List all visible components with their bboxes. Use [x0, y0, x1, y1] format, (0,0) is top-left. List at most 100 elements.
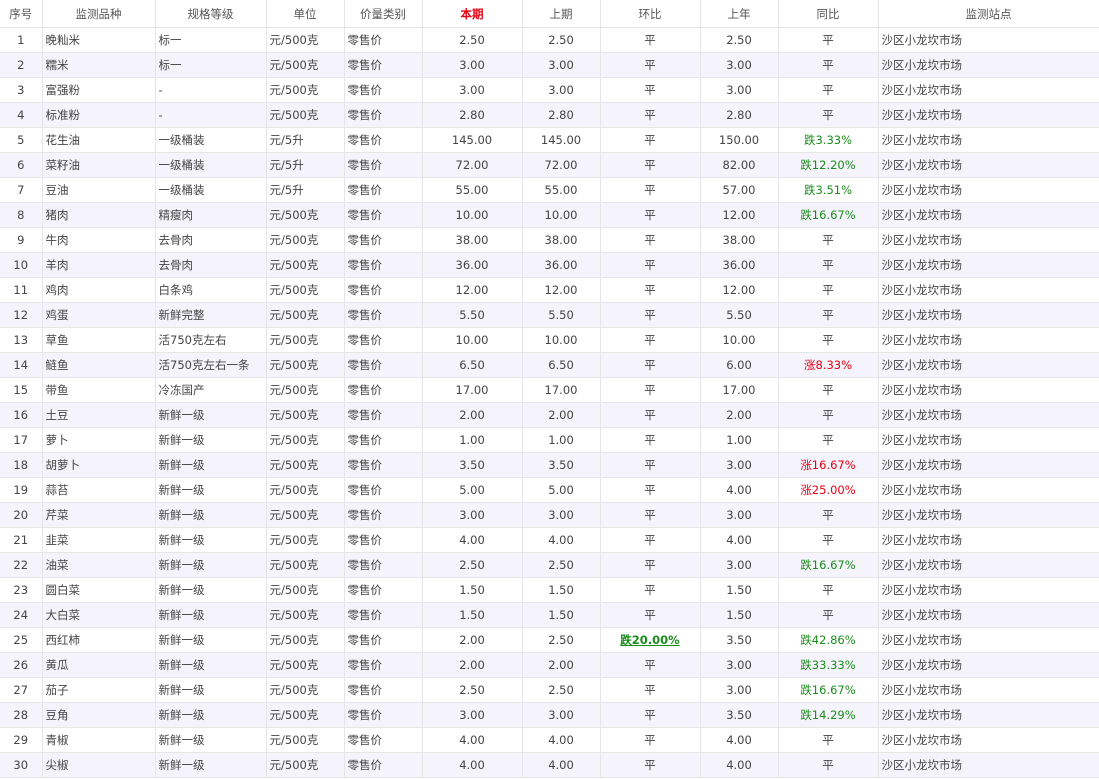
- cell-price-type: 零售价: [344, 277, 423, 303]
- cell-index: 26: [0, 652, 43, 678]
- cell-price-type: 零售价: [344, 127, 423, 153]
- cell-yoy: 平: [778, 377, 879, 403]
- cell-unit: 元/500克: [266, 277, 345, 303]
- table-row: 15 带鱼 冷冻国产 元/500克 零售价 17.00 17.00 平 17.00 平沙区小龙坎市…: [0, 377, 1099, 403]
- cell-price-type: 零售价: [344, 627, 423, 653]
- table-row: 25 西红柿 新鲜一级 元/500克 零售价 2.00 2.50 跌20.00% 3.50 跌42…: [0, 627, 1099, 653]
- cell-grade: 新鲜一级: [155, 452, 267, 478]
- table-row: 14 鲢鱼 活750克左右一条 元/500克 零售价 6.50 6.50 平 6.00 涨8.33…: [0, 352, 1099, 378]
- cell-current: 6.50: [422, 352, 523, 378]
- cell-yoy: 平: [778, 302, 879, 328]
- cell-current: 4.00: [422, 727, 523, 753]
- cell-yoy: 跌16.67%: [778, 552, 879, 578]
- cell-station: 沙区小龙坎市场: [878, 102, 1099, 128]
- cell-variety: 青椒: [42, 727, 156, 753]
- cell-station: 沙区小龙坎市场: [878, 502, 1099, 528]
- cell-current: 3.00: [422, 502, 523, 528]
- cell-mom: 平: [600, 227, 701, 253]
- yoy-fall: 跌42.86%: [800, 633, 856, 647]
- cell-variety: 圆白菜: [42, 577, 156, 603]
- cell-mom: 平: [600, 352, 701, 378]
- cell-mom: 平: [600, 702, 701, 728]
- cell-station: 沙区小龙坎市场: [878, 577, 1099, 603]
- cell-variety: 胡萝卜: [42, 452, 156, 478]
- col-header-station: 监测站点: [878, 0, 1099, 28]
- cell-price-type: 零售价: [344, 52, 423, 78]
- cell-last-year: 82.00: [700, 152, 779, 178]
- cell-grade: 新鲜一级: [155, 552, 267, 578]
- cell-yoy: 跌33.33%: [778, 652, 879, 678]
- cell-mom: 平: [600, 377, 701, 403]
- cell-last-year: 17.00: [700, 377, 779, 403]
- cell-mom: 平: [600, 752, 701, 778]
- cell-price-type: 零售价: [344, 252, 423, 278]
- cell-station: 沙区小龙坎市场: [878, 727, 1099, 753]
- cell-station: 沙区小龙坎市场: [878, 302, 1099, 328]
- cell-yoy: 平: [778, 102, 879, 128]
- cell-station: 沙区小龙坎市场: [878, 602, 1099, 628]
- cell-index: 3: [0, 77, 43, 103]
- cell-last-year: 57.00: [700, 177, 779, 203]
- cell-mom: 平: [600, 677, 701, 703]
- cell-unit: 元/500克: [266, 52, 345, 78]
- cell-last-year: 3.50: [700, 627, 779, 653]
- cell-unit: 元/500克: [266, 752, 345, 778]
- cell-previous: 72.00: [522, 152, 601, 178]
- cell-station: 沙区小龙坎市场: [878, 402, 1099, 428]
- cell-previous: 2.50: [522, 677, 601, 703]
- cell-unit: 元/500克: [266, 77, 345, 103]
- cell-variety: 猪肉: [42, 202, 156, 228]
- cell-station: 沙区小龙坎市场: [878, 27, 1099, 53]
- cell-variety: 豆角: [42, 702, 156, 728]
- cell-previous: 10.00: [522, 202, 601, 228]
- cell-yoy: 平: [778, 227, 879, 253]
- cell-variety: 带鱼: [42, 377, 156, 403]
- cell-index: 15: [0, 377, 43, 403]
- cell-previous: 1.00: [522, 427, 601, 453]
- cell-variety: 芹菜: [42, 502, 156, 528]
- cell-yoy: 平: [778, 527, 879, 553]
- cell-variety: 草鱼: [42, 327, 156, 353]
- cell-mom: 平: [600, 102, 701, 128]
- table-row: 10 羊肉 去骨肉 元/500克 零售价 36.00 36.00 平 36.00 平沙区小龙坎市场: [0, 252, 1099, 278]
- cell-index: 10: [0, 252, 43, 278]
- cell-price-type: 零售价: [344, 327, 423, 353]
- cell-mom: 平: [600, 127, 701, 153]
- cell-last-year: 4.00: [700, 477, 779, 503]
- table-row: 26 黄瓜 新鲜一级 元/500克 零售价 2.00 2.00 平 3.00 跌33.33% 沙区小…: [0, 652, 1099, 678]
- cell-unit: 元/500克: [266, 402, 345, 428]
- cell-price-type: 零售价: [344, 377, 423, 403]
- mom-change-link[interactable]: 跌20.00%: [620, 633, 679, 647]
- cell-mom: 平: [600, 652, 701, 678]
- cell-yoy: 涨25.00%: [778, 477, 879, 503]
- cell-station: 沙区小龙坎市场: [878, 327, 1099, 353]
- cell-unit: 元/500克: [266, 227, 345, 253]
- cell-current: 4.00: [422, 527, 523, 553]
- cell-station: 沙区小龙坎市场: [878, 127, 1099, 153]
- cell-station: 沙区小龙坎市场: [878, 427, 1099, 453]
- cell-variety: 蒜苔: [42, 477, 156, 503]
- cell-index: 16: [0, 402, 43, 428]
- cell-variety: 鸡蛋: [42, 302, 156, 328]
- cell-variety: 韭菜: [42, 527, 156, 553]
- cell-grade: 活750克左右一条: [155, 352, 267, 378]
- cell-unit: 元/5升: [266, 177, 345, 203]
- cell-station: 沙区小龙坎市场: [878, 702, 1099, 728]
- cell-variety: 牛肉: [42, 227, 156, 253]
- cell-unit: 元/500克: [266, 352, 345, 378]
- cell-last-year: 4.00: [700, 752, 779, 778]
- cell-yoy: 平: [778, 327, 879, 353]
- cell-variety: 菜籽油: [42, 152, 156, 178]
- cell-variety: 鲢鱼: [42, 352, 156, 378]
- cell-previous: 4.00: [522, 527, 601, 553]
- cell-grade: 一级桶装: [155, 177, 267, 203]
- table-row: 18 胡萝卜 新鲜一级 元/500克 零售价 3.50 3.50 平 3.00 涨16.67% 沙区…: [0, 452, 1099, 478]
- cell-last-year: 3.00: [700, 552, 779, 578]
- col-header-variety: 监测品种: [42, 0, 156, 28]
- cell-index: 30: [0, 752, 43, 778]
- table-row: 24 大白菜 新鲜一级 元/500克 零售价 1.50 1.50 平 1.50 平沙区小龙坎市场: [0, 602, 1099, 628]
- cell-current: 3.00: [422, 702, 523, 728]
- cell-index: 29: [0, 727, 43, 753]
- cell-variety: 鸡肉: [42, 277, 156, 303]
- cell-index: 21: [0, 527, 43, 553]
